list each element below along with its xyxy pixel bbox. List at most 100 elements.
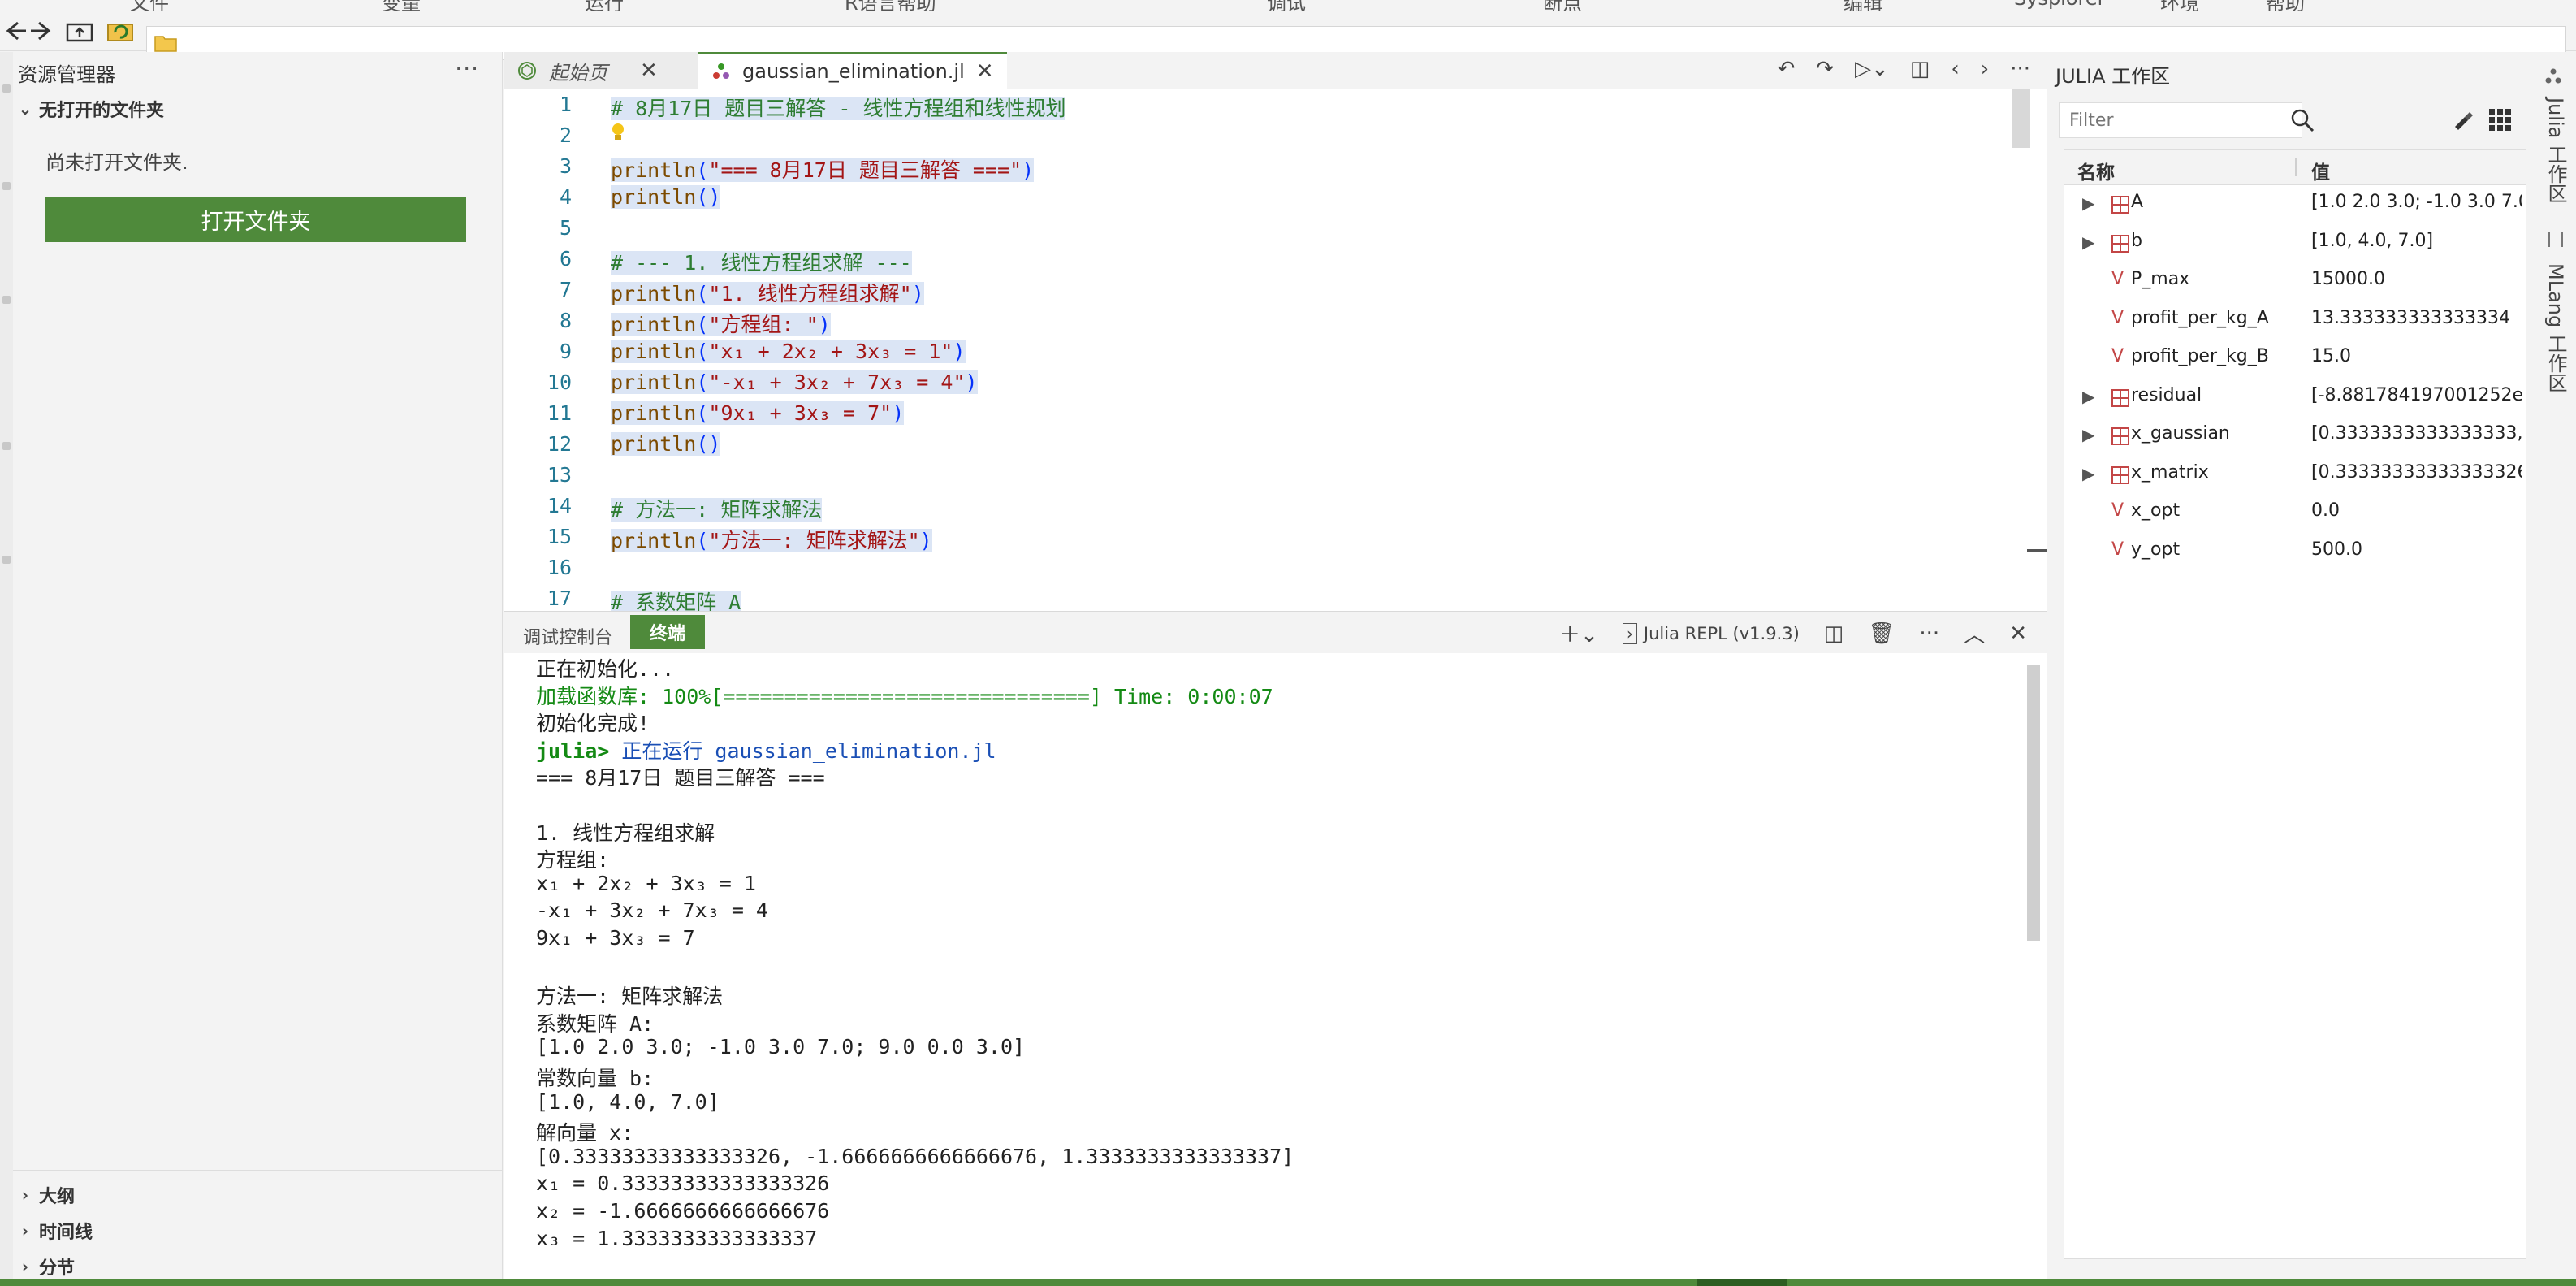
editor-scrollbar[interactable] bbox=[2012, 89, 2030, 148]
menu-item[interactable]: 调试 bbox=[1267, 0, 1306, 11]
menu-item[interactable]: 文件 bbox=[130, 0, 169, 11]
variable-row[interactable]: ▶ b [1.0, 4.0, 7.0] bbox=[2064, 223, 2526, 262]
menu-item[interactable]: Sysplorer bbox=[2014, 0, 2106, 10]
run-icon[interactable]: ▷⌄ bbox=[1855, 57, 1889, 81]
terminal-selector[interactable]: › Julia REPL (v1.9.3) bbox=[1622, 622, 1800, 644]
menu-item[interactable]: 帮助 bbox=[2266, 0, 2305, 11]
variable-row[interactable]: Vprofit_per_kg_A 13.333333333333334 bbox=[2064, 301, 2526, 340]
mlang-workspace-icon[interactable] bbox=[2548, 232, 2563, 247]
close-panel-icon[interactable]: ✕ bbox=[2009, 621, 2027, 646]
function-token: println bbox=[611, 432, 697, 456]
no-folder-message: 尚未打开文件夹. bbox=[45, 151, 188, 174]
section-label: 无打开的文件夹 bbox=[39, 101, 165, 121]
chevron-right-icon: › bbox=[21, 1221, 29, 1241]
terminal-line: 方程组: bbox=[536, 844, 609, 872]
sidebar-title: 资源管理器 bbox=[18, 63, 115, 86]
expand-arrow-icon[interactable]: ▶ bbox=[2082, 464, 2094, 483]
explorer-icon[interactable] bbox=[2, 84, 11, 93]
redo-icon[interactable]: ↷ bbox=[1816, 57, 1834, 81]
julia-workspace-icon[interactable] bbox=[2544, 67, 2563, 86]
menu-item[interactable]: 断点 bbox=[1543, 0, 1582, 11]
search-icon[interactable] bbox=[2, 182, 11, 190]
activity-bar bbox=[0, 52, 14, 1279]
code-line: 11 println("9x₁ + 3x₃ = 7") bbox=[504, 401, 2030, 432]
trash-icon[interactable]: 🗑 bbox=[1868, 621, 1895, 646]
tab-terminal[interactable]: 终端 bbox=[630, 615, 706, 649]
variable-row[interactable]: V P_max 15000.0 bbox=[2064, 262, 2526, 301]
expand-arrow-icon[interactable]: ▶ bbox=[2082, 232, 2094, 252]
variable-value: 0.0 bbox=[2311, 500, 2340, 521]
clear-workspace-icon[interactable] bbox=[2448, 106, 2476, 133]
tab-start-page[interactable]: 起始页 ✕ bbox=[504, 52, 698, 89]
terminal-line: 9x₁ + 3x₃ = 7 bbox=[536, 926, 695, 954]
forward-icon[interactable] bbox=[24, 15, 57, 47]
menu-item[interactable]: 环境 bbox=[2160, 0, 2199, 11]
line-number: 12 bbox=[547, 432, 572, 456]
code-text: println("方法一: 矩阵求解法") bbox=[611, 525, 932, 554]
variable-row[interactable]: Vx_opt 0.0 bbox=[2064, 493, 2526, 532]
menu-item[interactable]: 运行 bbox=[585, 0, 624, 11]
grid-view-icon[interactable] bbox=[2486, 106, 2513, 133]
lightbulb-icon[interactable] bbox=[609, 122, 627, 143]
expand-arrow-icon[interactable]: ▶ bbox=[2082, 387, 2094, 406]
menu-item[interactable]: 编辑 bbox=[1843, 0, 1882, 11]
section-label: 时间线 bbox=[39, 1223, 93, 1243]
section-outline[interactable]: › 大纲 bbox=[18, 1182, 75, 1208]
selected-text: println("-x₁ + 3x₂ + 7x₃ = 4") bbox=[611, 370, 978, 394]
code-editor[interactable]: 1 # 8月17日 题目三解答 - 线性方程组和线性规划 2 3 println("==… bbox=[504, 89, 2047, 611]
tab-julia-workspace[interactable]: Julia 工作区 bbox=[2542, 97, 2570, 203]
split-terminal-icon[interactable]: ◫ bbox=[1824, 621, 1844, 646]
section-timeline[interactable]: › 时间线 bbox=[18, 1218, 93, 1244]
code-text: println("x₁ + 2x₂ + 3x₃ = 1") bbox=[611, 340, 966, 363]
variable-value: 500.0 bbox=[2311, 539, 2362, 560]
tab-gaussian-elimination[interactable]: gaussian_elimination.jl ✕ bbox=[698, 52, 1007, 89]
string-token: "x₁ + 2x₂ + 3x₃ = 1" bbox=[708, 340, 953, 363]
more-actions-icon[interactable]: ··· bbox=[2010, 57, 2030, 81]
new-terminal-icon[interactable]: ＋⌄ bbox=[1559, 618, 1598, 648]
line-number: 7 bbox=[559, 278, 572, 301]
tab-debug-console[interactable]: 调试控制台 bbox=[523, 623, 612, 649]
terminal-scrollbar[interactable] bbox=[2027, 665, 2040, 941]
line-number: 4 bbox=[559, 185, 572, 209]
paren-token: ) bbox=[818, 313, 831, 336]
filter-input[interactable] bbox=[2059, 102, 2302, 138]
menu-item[interactable]: 变量 bbox=[382, 0, 421, 11]
expand-arrow-icon[interactable]: ▶ bbox=[2082, 425, 2094, 444]
close-icon[interactable]: ✕ bbox=[976, 59, 994, 84]
variable-row[interactable]: ▶ A [1.0 2.0 3.0; -1.0 3.0 7.0... bbox=[2064, 184, 2526, 223]
more-actions-icon[interactable]: ··· bbox=[455, 55, 479, 82]
tab-mlang-workspace[interactable]: MLang 工作区 bbox=[2542, 263, 2570, 392]
chevron-left-icon[interactable]: ‹ bbox=[1951, 57, 1959, 81]
expand-arrow-icon[interactable]: ▶ bbox=[2082, 193, 2094, 213]
extensions-icon[interactable] bbox=[2, 556, 11, 564]
search-icon[interactable] bbox=[2288, 106, 2317, 135]
more-actions-icon[interactable]: ··· bbox=[1919, 621, 1939, 646]
output-text: x₁ + 2x₂ + 3x₃ = 1 bbox=[536, 871, 756, 895]
close-icon[interactable]: ✕ bbox=[640, 58, 658, 83]
terminal[interactable]: 正在初始化... 加载函数库: 100%[====================… bbox=[504, 653, 2047, 1279]
split-editor-icon[interactable]: ◫ bbox=[1910, 57, 1930, 81]
run-debug-icon[interactable] bbox=[2, 442, 11, 450]
variable-row[interactable]: ▶ x_matrix [0.33333333333333326... bbox=[2064, 455, 2526, 494]
status-bar-item[interactable] bbox=[1697, 1279, 1787, 1286]
output-text: -x₁ + 3x₂ + 7x₃ = 4 bbox=[536, 898, 768, 923]
column-name-header[interactable]: 名称 bbox=[2077, 157, 2115, 184]
line-number: 10 bbox=[547, 370, 572, 394]
section-sections[interactable]: › 分节 bbox=[18, 1254, 75, 1280]
line-number: 6 bbox=[559, 247, 572, 271]
column-value-header[interactable]: 值 bbox=[2311, 157, 2330, 184]
undo-icon[interactable]: ↶ bbox=[1777, 57, 1795, 81]
variable-row[interactable]: ▶ residual [-8.881784197001252e... bbox=[2064, 378, 2526, 417]
refresh-folder-icon[interactable] bbox=[104, 15, 136, 47]
chevron-right-icon[interactable]: › bbox=[1981, 57, 1989, 81]
open-folder-button[interactable]: 打开文件夹 bbox=[45, 197, 466, 242]
variable-row[interactable]: ▶ x_gaussian [0.3333333333333333, ... bbox=[2064, 416, 2526, 455]
maximize-panel-icon[interactable]: ︿ bbox=[1964, 618, 1985, 648]
variable-row[interactable]: Vprofit_per_kg_B 15.0 bbox=[2064, 339, 2526, 378]
variable-row[interactable]: Vy_opt 500.0 bbox=[2064, 532, 2526, 571]
menu-item[interactable]: R语言帮助 bbox=[845, 0, 936, 11]
column-divider[interactable] bbox=[2295, 158, 2297, 176]
folder-up-icon[interactable] bbox=[63, 15, 96, 47]
no-folder-section[interactable]: ⌄ 无打开的文件夹 bbox=[18, 96, 164, 122]
source-control-icon[interactable] bbox=[2, 296, 11, 304]
